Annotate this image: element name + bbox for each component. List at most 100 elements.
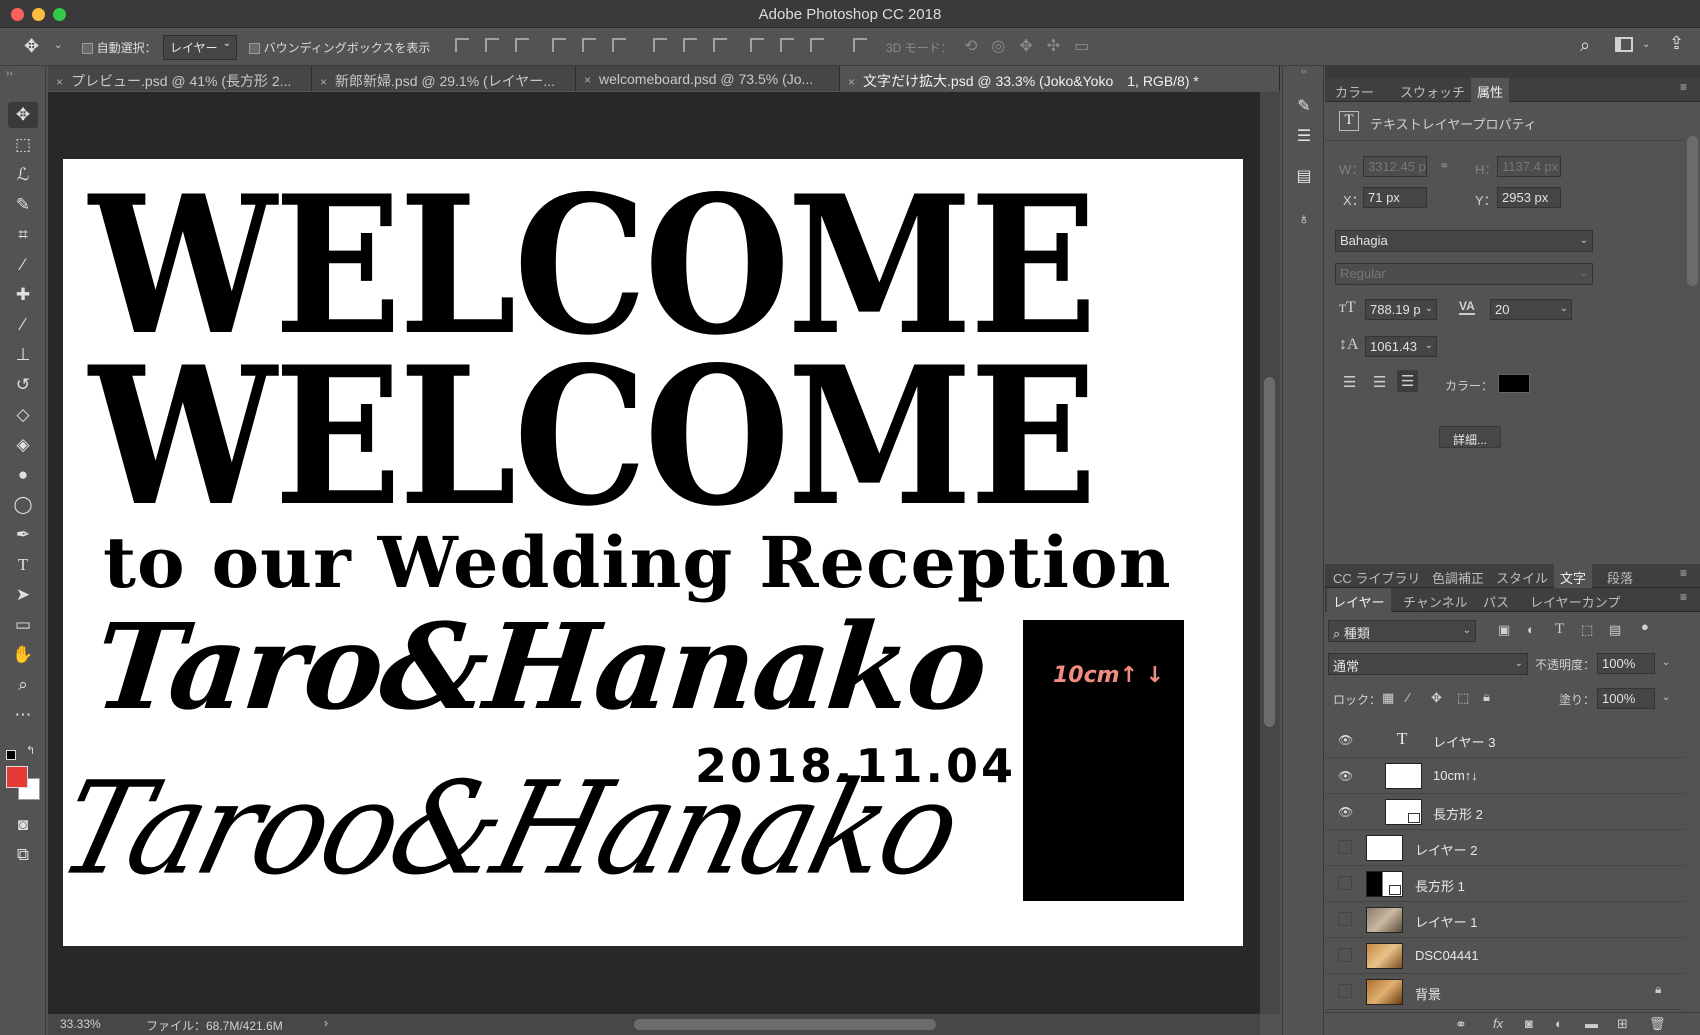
type-tool-icon[interactable]: T [8,552,38,578]
lock-position-icon[interactable]: ✥ [1431,690,1442,706]
marquee-tool-icon[interactable]: ⬚ [8,132,38,158]
blur-tool-icon[interactable]: ● [8,462,38,488]
layer-row[interactable]: レイヤー 1 [1325,902,1685,938]
learn-lightbulb-icon[interactable]: ♁ [1293,211,1315,233]
search-icon[interactable]: ⌕ [1580,35,1590,56]
zoom-level[interactable]: 33.33% [60,1017,101,1031]
distribute-hcenter-icon[interactable] [780,38,794,52]
align-right-text-icon[interactable]: ☰ [1397,370,1419,392]
quick-mask-icon[interactable]: ◙ [8,812,38,838]
align-vertical-center-icon[interactable] [485,38,499,52]
horizontal-scroll-thumb[interactable] [634,1019,936,1030]
eye-icon[interactable]: 👁︎ [1338,805,1354,819]
layer-row[interactable]: 👁︎ T レイヤー 3 [1325,722,1685,758]
3d-camera-icon[interactable]: ▭ [1074,38,1103,55]
3d-slide-icon[interactable]: ✣ [1047,38,1074,55]
layer-row[interactable]: DSC04441 [1325,938,1685,974]
distribute-center-icon[interactable] [683,38,697,52]
distribute-left-icon[interactable] [750,38,764,52]
pen-tool-icon[interactable]: ✒ [8,522,38,548]
align-bottom-icon[interactable] [515,38,529,52]
default-colors-icon[interactable] [6,750,16,760]
auto-select-target-select[interactable]: レイヤー ⌄ [163,35,237,60]
link-layers-icon[interactable]: ⚭ [1455,1016,1467,1033]
lock-all-icon[interactable]: 🔒︎ [1483,689,1490,705]
tab-cc-libraries[interactable]: CC ライブラリ [1333,568,1420,587]
eye-icon[interactable]: 👁︎ [1338,769,1354,783]
3d-pan-icon[interactable]: ✥ [1019,38,1046,55]
opacity-field[interactable]: 100% [1597,653,1655,674]
filter-pixel-icon[interactable]: ▣ [1498,622,1510,638]
visibility-toggle-off[interactable] [1338,984,1352,998]
close-tab-icon[interactable]: × [320,75,327,89]
vertical-scroll-thumb[interactable] [1264,377,1275,727]
y-field[interactable]: 2953 px [1497,187,1561,208]
dodge-tool-icon[interactable]: ◯ [8,492,38,518]
close-tab-icon[interactable]: × [848,75,855,89]
rectangle-tool-icon[interactable]: ▭ [8,612,38,638]
path-select-tool-icon[interactable]: ➤ [8,582,38,608]
tab-paths[interactable]: パス [1483,592,1509,611]
eraser-tool-icon[interactable]: ◇ [8,402,38,428]
layer-row[interactable]: 背景 🔒︎ [1325,974,1685,1010]
auto-select-toggle[interactable]: 自動選択： [82,39,157,56]
distribute-top-icon[interactable] [653,38,667,52]
auto-select-checkbox[interactable] [82,43,93,55]
workspace-icon[interactable] [1615,37,1633,52]
document-tab[interactable]: × 新郎新婦.psd @ 29.1% (レイヤー... [312,66,576,91]
adjustments-sliders-icon[interactable]: ☰ [1293,126,1315,148]
properties-scrollbar-thumb[interactable] [1687,136,1698,286]
width-field[interactable]: 3312.45 p [1363,156,1427,177]
new-layer-icon[interactable]: ⊞ [1617,1016,1628,1032]
more-tools-icon[interactable]: ⋯ [8,702,38,728]
layer-row[interactable]: 👁︎ 長方形 2 [1325,794,1685,830]
eye-icon[interactable]: 👁︎ [1338,733,1354,747]
align-center-text-icon[interactable]: ☰ [1373,373,1386,391]
visibility-toggle-off[interactable] [1338,948,1352,962]
details-button[interactable]: 詳細... [1439,426,1501,448]
tab-properties[interactable]: 属性 [1471,78,1510,102]
close-tab-icon[interactable]: × [56,75,63,89]
link-chain-icon[interactable]: ⚭ [1439,158,1450,174]
tab-channels[interactable]: チャンネル [1403,592,1468,611]
document-tab[interactable]: × プレビュー.psd @ 41% (長方形 2... [48,66,312,91]
opacity-chevron-icon[interactable]: ⌄ [1662,657,1670,668]
distribute-bottom-icon[interactable] [713,38,727,52]
quick-select-tool-icon[interactable]: ✎ [8,192,38,218]
healing-brush-tool-icon[interactable]: ✚ [8,282,38,308]
hand-tool-icon[interactable]: ✋ [8,642,38,668]
screen-mode-icon[interactable]: ⧉ [8,842,38,868]
text-color-swatch[interactable] [1498,374,1530,393]
auto-align-icon[interactable] [853,38,867,52]
x-field[interactable]: 71 px [1363,187,1427,208]
tool-preset-chevron-icon[interactable]: ⌄ [54,40,62,51]
visibility-toggle-off[interactable] [1338,876,1352,890]
align-left-text-icon[interactable]: ☰ [1343,373,1356,391]
document-tab-active[interactable]: × 文字だけ拡大.psd @ 33.3% (Joko&Yoko 1, RGB/8)… [840,66,1280,91]
lock-transparency-icon[interactable]: ▦ [1382,690,1394,706]
close-tab-icon[interactable]: × [584,73,591,87]
panel-menu-icon[interactable]: ≡ [1680,566,1687,580]
notes-icon[interactable]: ▤ [1293,166,1315,188]
align-horizontal-center-icon[interactable] [582,38,596,52]
tab-paragraph[interactable]: 段落 [1607,568,1633,587]
layer-style-fx-icon[interactable]: fx [1493,1016,1503,1031]
fill-field[interactable]: 100% [1597,688,1655,709]
status-menu-arrow-icon[interactable]: › [324,1016,328,1030]
tab-character[interactable]: 文字 [1554,564,1593,588]
workspace-chevron-icon[interactable]: ⌄ [1642,39,1650,50]
tracking-field[interactable]: 20 ⌄ [1490,299,1572,320]
history-brush-tool-icon[interactable]: ↺ [8,372,38,398]
bounding-box-checkbox[interactable] [249,43,260,55]
blend-mode-select[interactable]: 通常 ⌄ [1328,653,1528,675]
visibility-toggle-off[interactable] [1338,912,1352,926]
move-tool-icon[interactable]: ✥ [8,102,38,128]
filter-shape-icon[interactable]: ⬚ [1581,622,1593,638]
filter-type-icon[interactable]: T [1555,621,1564,638]
panel-menu-icon[interactable]: ≡ [1680,80,1687,94]
tab-layer-comps[interactable]: レイヤーカンプ [1530,592,1620,611]
swap-colors-icon[interactable]: ↰ [26,744,35,757]
filter-adjustment-icon[interactable]: ◐ [1527,622,1535,637]
layer-row[interactable]: 👁︎ 10cm↑↓ [1325,758,1685,794]
filter-smart-object-icon[interactable]: ▤ [1609,622,1621,638]
